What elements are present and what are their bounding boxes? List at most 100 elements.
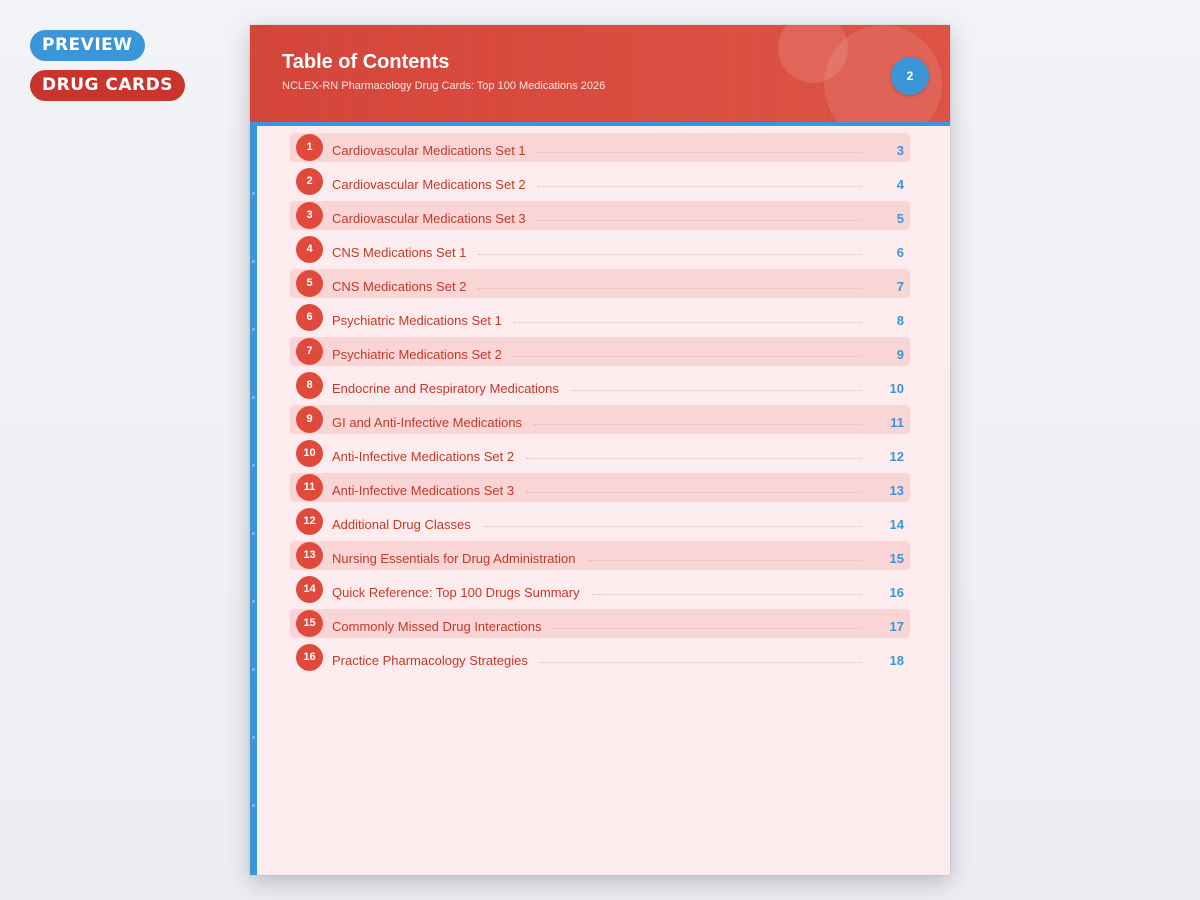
toc-row[interactable]: 4 CNS Medications Set 1 6 bbox=[290, 235, 910, 264]
spine-dot bbox=[252, 736, 255, 739]
toc-dot-leader bbox=[478, 254, 862, 255]
toc-page-number: 11 bbox=[890, 415, 904, 430]
toc-label: Cardiovascular Medications Set 1 bbox=[332, 143, 526, 158]
toc-label: GI and Anti-Infective Medications bbox=[332, 415, 523, 430]
toc-page-number: 12 bbox=[889, 449, 904, 464]
toc-dot-leader bbox=[538, 152, 862, 153]
toc-row[interactable]: 13 Nursing Essentials for Drug Administra… bbox=[290, 541, 910, 570]
toc-page-number: 16 bbox=[889, 585, 904, 600]
spine-dot bbox=[252, 464, 255, 467]
toc-row[interactable]: 3 Cardiovascular Medications Set 3 5 bbox=[290, 201, 910, 230]
toc-number-badge: 13 bbox=[296, 542, 323, 569]
spine-dot bbox=[252, 396, 255, 399]
toc-number-badge: 7 bbox=[296, 338, 323, 365]
drug-cards-badge: DRUG CARDS bbox=[30, 70, 185, 101]
spine-dot bbox=[252, 804, 255, 807]
toc-label: Cardiovascular Medications Set 2 bbox=[332, 177, 526, 192]
toc-row[interactable]: 11 Anti-Infective Medications Set 3 13 bbox=[290, 473, 910, 502]
toc-page-number: 17 bbox=[889, 619, 904, 634]
toc-label: Psychiatric Medications Set 2 bbox=[332, 347, 502, 362]
toc-number-badge: 10 bbox=[296, 440, 323, 467]
toc-page-number: 15 bbox=[889, 551, 904, 566]
toc-dot-leader bbox=[538, 220, 862, 221]
spine-dot bbox=[252, 600, 255, 603]
toc-number-badge: 9 bbox=[296, 406, 323, 433]
toc-dot-leader bbox=[526, 458, 862, 459]
toc-row[interactable]: 5 CNS Medications Set 2 7 bbox=[290, 269, 910, 298]
toc-row[interactable]: 1 Cardiovascular Medications Set 1 3 bbox=[290, 133, 910, 162]
toc-number-badge: 12 bbox=[296, 508, 323, 535]
toc-number-badge: 5 bbox=[296, 270, 323, 297]
toc-dot-leader bbox=[534, 424, 862, 425]
toc-dot-leader bbox=[538, 186, 862, 187]
preview-badge: PREVIEW bbox=[30, 30, 145, 61]
toc-number-badge: 1 bbox=[296, 134, 323, 161]
toc-page-number: 4 bbox=[896, 177, 904, 192]
toc-row[interactable]: 14 Quick Reference: Top 100 Drugs Summary… bbox=[290, 575, 910, 604]
toc-dot-leader bbox=[514, 322, 862, 323]
toc-label: CNS Medications Set 1 bbox=[332, 245, 467, 260]
toc-dot-leader bbox=[571, 390, 862, 391]
toc-page-number: 5 bbox=[896, 211, 904, 226]
toc-label: Quick Reference: Top 100 Drugs Summary bbox=[332, 585, 580, 600]
toc-dot-leader bbox=[526, 492, 862, 493]
toc-label: Psychiatric Medications Set 1 bbox=[332, 313, 502, 328]
toc-number-badge: 16 bbox=[296, 644, 323, 671]
header-divider bbox=[250, 122, 950, 126]
spine-dot bbox=[252, 532, 255, 535]
toc-row[interactable]: 6 Psychiatric Medications Set 1 8 bbox=[290, 303, 910, 332]
spine-dot bbox=[252, 260, 255, 263]
document-page: Table of Contents NCLEX-RN Pharmacology … bbox=[250, 25, 950, 875]
toc-label: Practice Pharmacology Strategies bbox=[332, 653, 528, 668]
page-header: Table of Contents NCLEX-RN Pharmacology … bbox=[250, 25, 950, 122]
spine-dot bbox=[252, 668, 255, 671]
toc-page-number: 6 bbox=[896, 245, 904, 260]
toc-label: Anti-Infective Medications Set 2 bbox=[332, 449, 515, 464]
toc-row[interactable]: 12 Additional Drug Classes 14 bbox=[290, 507, 910, 536]
toc-dot-leader bbox=[514, 356, 862, 357]
toc-row[interactable]: 9 GI and Anti-Infective Medications 11 bbox=[290, 405, 910, 434]
toc-row[interactable]: 7 Psychiatric Medications Set 2 9 bbox=[290, 337, 910, 366]
toc-label: Cardiovascular Medications Set 3 bbox=[332, 211, 526, 226]
toc-number-badge: 3 bbox=[296, 202, 323, 229]
page-subtitle: NCLEX-RN Pharmacology Drug Cards: Top 10… bbox=[282, 80, 606, 92]
toc-number-badge: 15 bbox=[296, 610, 323, 637]
left-spine bbox=[250, 122, 257, 875]
toc-label: Additional Drug Classes bbox=[332, 517, 471, 532]
toc-number-badge: 6 bbox=[296, 304, 323, 331]
toc-dot-leader bbox=[483, 526, 862, 527]
toc-page-number: 9 bbox=[896, 347, 904, 362]
spine-dot bbox=[252, 192, 255, 195]
toc-number-badge: 11 bbox=[296, 474, 323, 501]
toc-number-badge: 4 bbox=[296, 236, 323, 263]
toc-row[interactable]: 8 Endocrine and Respiratory Medications 10 bbox=[290, 371, 910, 400]
toc-page-number: 18 bbox=[889, 653, 904, 668]
toc-number-badge: 2 bbox=[296, 168, 323, 195]
toc-label: Anti-Infective Medications Set 3 bbox=[332, 483, 515, 498]
toc-dot-leader bbox=[478, 288, 862, 289]
toc-page-number: 14 bbox=[889, 517, 904, 532]
toc-page-number: 7 bbox=[896, 279, 904, 294]
toc-dot-leader bbox=[554, 628, 862, 629]
toc-dot-leader bbox=[588, 560, 862, 561]
toc-page-number: 13 bbox=[889, 483, 904, 498]
page-number-badge: 2 bbox=[891, 57, 929, 95]
toc-label: Endocrine and Respiratory Medications bbox=[332, 381, 559, 396]
toc-label: Commonly Missed Drug Interactions bbox=[332, 619, 542, 634]
toc-row[interactable]: 15 Commonly Missed Drug Interactions 17 bbox=[290, 609, 910, 638]
toc-page-number: 10 bbox=[889, 381, 904, 396]
toc-number-badge: 8 bbox=[296, 372, 323, 399]
toc-dot-leader bbox=[592, 594, 862, 595]
toc-list: 1 Cardiovascular Medications Set 1 3 2 Cardi… bbox=[290, 133, 910, 677]
toc-row[interactable]: 16 Practice Pharmacology Strategies 18 bbox=[290, 643, 910, 672]
spine-dot bbox=[252, 328, 255, 331]
toc-page-number: 8 bbox=[896, 313, 904, 328]
toc-row[interactable]: 10 Anti-Infective Medications Set 2 12 bbox=[290, 439, 910, 468]
toc-number-badge: 14 bbox=[296, 576, 323, 603]
toc-label: Nursing Essentials for Drug Administrati… bbox=[332, 551, 576, 566]
toc-label: CNS Medications Set 2 bbox=[332, 279, 467, 294]
toc-page-number: 3 bbox=[896, 143, 904, 158]
page-title: Table of Contents bbox=[282, 51, 450, 73]
toc-row[interactable]: 2 Cardiovascular Medications Set 2 4 bbox=[290, 167, 910, 196]
toc-dot-leader bbox=[540, 662, 862, 663]
